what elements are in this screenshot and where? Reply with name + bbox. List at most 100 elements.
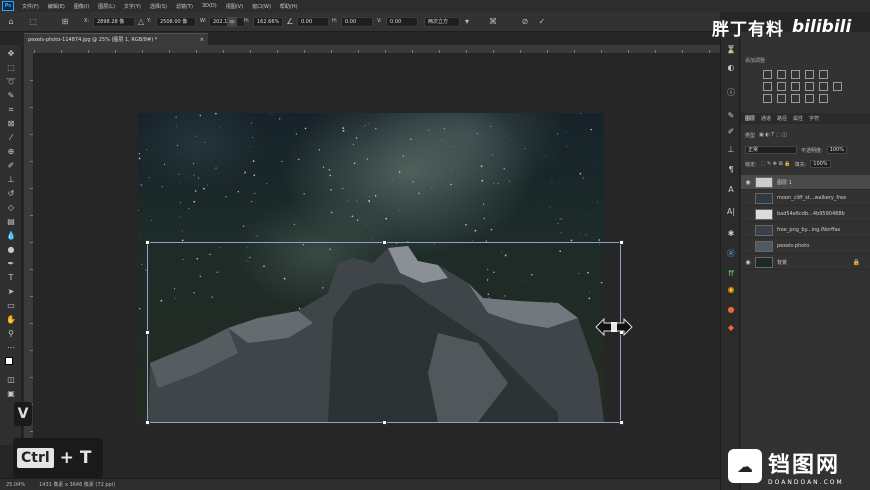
zoom-icon[interactable]: ⚲	[5, 329, 17, 339]
menu-item[interactable]: 视图(V)	[226, 3, 243, 10]
ra-plugin-icon[interactable]: Ⓡ	[725, 248, 737, 259]
horizontal-ruler[interactable]	[34, 45, 720, 54]
opacity-field[interactable]: 100%	[826, 146, 847, 154]
exposure-icon[interactable]	[805, 70, 814, 79]
threshold-icon[interactable]	[791, 94, 800, 103]
lock-icons[interactable]: ⬚ ✎ ✥ ⊠ 🔒	[761, 161, 791, 167]
curves-icon[interactable]	[791, 70, 800, 79]
blur-icon[interactable]: 💧	[5, 231, 17, 241]
eraser-icon[interactable]: ◇	[5, 203, 17, 213]
type-icon[interactable]: T	[5, 273, 17, 283]
layer-row[interactable]: free_png_by...ing.iNorffas	[741, 223, 870, 238]
tab-layers[interactable]: 图层	[745, 115, 755, 122]
channel-mixer-icon[interactable]	[819, 82, 828, 91]
menu-item[interactable]: 窗口(W)	[252, 3, 271, 10]
interpolation-select[interactable]: 两次立方	[424, 17, 460, 27]
red-plugin-icon[interactable]: ◆	[725, 322, 737, 333]
x-field[interactable]: 2898.28 像	[93, 17, 135, 27]
eyedropper-icon[interactable]: ⁄	[5, 133, 17, 143]
reference-point-icon[interactable]: ⊞	[60, 17, 70, 27]
handle-bottom-center[interactable]	[382, 420, 387, 425]
bw-icon[interactable]	[791, 82, 800, 91]
v-skew-field[interactable]: 0.00	[386, 17, 418, 27]
info-icon[interactable]: ⓘ	[725, 87, 737, 98]
color-balance-icon[interactable]	[777, 82, 786, 91]
posterize-icon[interactable]	[777, 94, 786, 103]
zoom-level[interactable]: 25.04%	[6, 482, 25, 488]
lasso-icon[interactable]: ➰	[5, 77, 17, 87]
delta-icon[interactable]: △	[136, 17, 146, 27]
color-wheel-icon[interactable]: ◉	[725, 284, 737, 295]
handle-top-center[interactable]	[382, 240, 387, 245]
menu-item[interactable]: 帮助(H)	[280, 3, 298, 10]
transform-bounding-box[interactable]	[145, 240, 624, 425]
brightness-icon[interactable]	[763, 70, 772, 79]
height-field[interactable]: 162.66%	[253, 17, 283, 27]
menu-item[interactable]: 文字(Y)	[124, 3, 141, 10]
menu-item[interactable]: 图像(I)	[74, 3, 89, 10]
gradient-map-icon[interactable]	[805, 94, 814, 103]
hue-icon[interactable]	[763, 82, 772, 91]
tab-channels[interactable]: 通道	[761, 115, 771, 122]
layer-row[interactable]: moon_cliff_st...walkery_free	[741, 191, 870, 206]
visibility-eye-icon[interactable]: ◉	[741, 259, 755, 266]
more-icon[interactable]: ⋯	[5, 343, 17, 353]
filter-kind-label[interactable]: 类型	[745, 132, 755, 139]
angle-field[interactable]: 0.00	[297, 17, 329, 27]
healing-icon[interactable]: ⊕	[5, 147, 17, 157]
history-icon[interactable]: ⌛	[725, 44, 737, 55]
brush-settings-icon[interactable]: ✎	[725, 110, 737, 121]
handle-bottom-right[interactable]	[619, 420, 624, 425]
document-tab[interactable]: pexels-photo-114874.jpg @ 25% (图层 1, RGB…	[24, 33, 208, 45]
levels-icon[interactable]	[777, 70, 786, 79]
character-icon[interactable]: A	[725, 184, 737, 195]
shape-icon[interactable]: ▭	[5, 301, 17, 311]
handle-top-left[interactable]	[145, 240, 150, 245]
handle-middle-left[interactable]	[145, 330, 150, 335]
close-icon[interactable]: ×	[200, 37, 204, 43]
quick-mask-icon[interactable]: ◫	[5, 375, 17, 385]
link-icon[interactable]: ∞	[227, 17, 237, 27]
menu-item[interactable]: 图层(L)	[98, 3, 115, 10]
menu-item[interactable]: 3D(D)	[202, 3, 217, 9]
tab-character[interactable]: 字符	[809, 115, 819, 122]
brush-icon[interactable]: ✐	[5, 161, 17, 171]
commit-check-icon[interactable]: ✓	[537, 17, 547, 27]
handle-top-right[interactable]	[619, 240, 624, 245]
quick-select-icon[interactable]: ✎	[5, 91, 17, 101]
gradient-icon[interactable]: ▤	[5, 217, 17, 227]
menu-item[interactable]: 滤镜(T)	[176, 3, 193, 10]
selective-color-icon[interactable]	[819, 94, 828, 103]
lookup-icon[interactable]	[833, 82, 842, 91]
history-brush-icon[interactable]: ↺	[5, 189, 17, 199]
clone-source-icon[interactable]: ⊥	[725, 144, 737, 155]
cancel-icon[interactable]: ⊘	[520, 17, 530, 27]
tab-properties[interactable]: 属性	[793, 115, 803, 122]
color-panel-icon[interactable]: ◐	[725, 62, 737, 73]
menu-item[interactable]: 选择(S)	[150, 3, 167, 10]
fill-field[interactable]: 100%	[810, 160, 831, 168]
layer-row[interactable]: ◉ 背景 🔒	[741, 255, 870, 270]
transform-tool-icon[interactable]: ⬚	[28, 17, 38, 27]
menu-item[interactable]: 文件(F)	[22, 3, 39, 10]
pen-icon[interactable]: ✒	[5, 259, 17, 269]
hand-icon[interactable]: ✋	[5, 315, 17, 325]
invert-icon[interactable]	[763, 94, 772, 103]
dodge-icon[interactable]: ●	[5, 245, 17, 255]
chevron-down-icon[interactable]: ▾	[462, 17, 472, 27]
photoshop-logo[interactable]: Ps	[2, 1, 14, 11]
orange-plugin-icon[interactable]: ●	[725, 304, 737, 315]
move-icon[interactable]: ✥	[5, 49, 17, 59]
tab-paths[interactable]: 路径	[777, 115, 787, 122]
home-icon[interactable]: ⌂	[6, 17, 16, 27]
plugin-icon[interactable]: ✱	[725, 228, 737, 239]
vibrance-icon[interactable]	[819, 70, 828, 79]
warp-icon[interactable]: ⌘	[488, 17, 498, 27]
visibility-eye-icon[interactable]: ◉	[741, 179, 755, 186]
blend-mode-select[interactable]: 正常	[745, 146, 797, 154]
crop-icon[interactable]: ⌗	[5, 105, 17, 115]
color-swatch[interactable]	[5, 357, 17, 369]
glyphs-icon[interactable]: A|	[725, 206, 737, 217]
ff-plugin-icon[interactable]: ff	[725, 268, 737, 279]
y-field[interactable]: 2508.00 像	[156, 17, 196, 27]
